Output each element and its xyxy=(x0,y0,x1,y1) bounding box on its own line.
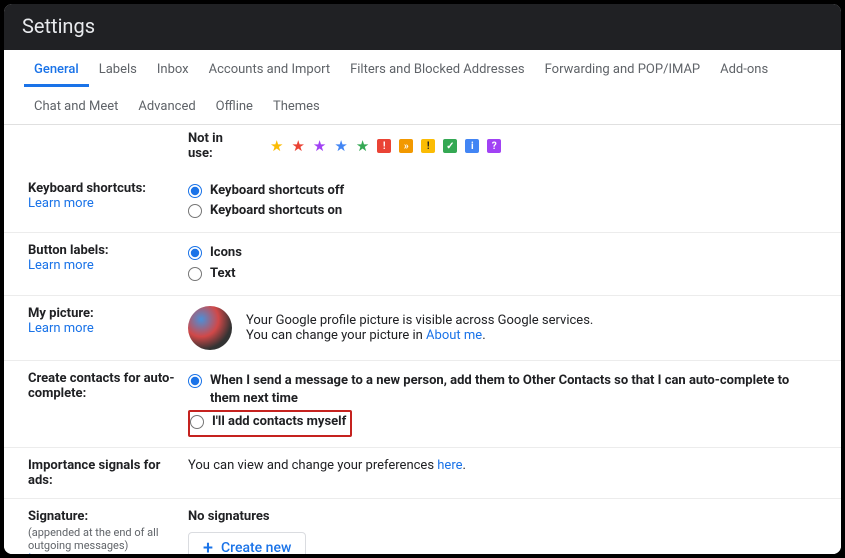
buttonlabels-radio-1[interactable] xyxy=(188,267,202,281)
create-new-signature-button[interactable]: + Create new xyxy=(188,532,306,554)
contacts-option-label: I'll add contacts myself xyxy=(212,413,346,431)
contacts-option-label: When I send a message to a new person, a… xyxy=(210,372,817,408)
stars-label: Not in use: xyxy=(188,131,248,161)
tab-inbox[interactable]: Inbox xyxy=(147,50,199,87)
button-labels-label: Button labels: xyxy=(28,243,109,258)
star-badge-icon[interactable]: ! xyxy=(377,139,391,153)
keyboard-shortcuts-label: Keyboard shortcuts: xyxy=(28,181,146,196)
tab-chat-and-meet[interactable]: Chat and Meet xyxy=(24,87,128,124)
my-picture-label: My picture: xyxy=(28,306,94,321)
picture-learn-more-link[interactable]: Learn more xyxy=(28,321,94,336)
tab-general[interactable]: General xyxy=(24,50,89,87)
star-badge-icon[interactable]: » xyxy=(399,139,413,153)
keyboard-learn-more-link[interactable]: Learn more xyxy=(28,196,94,211)
settings-content: Not in use: ★ ★ ★ ★ ★! »! ✓ i? Keyboard shortcu… xyxy=(4,125,841,554)
about-me-link[interactable]: About me xyxy=(426,328,482,343)
keyboard-option-label: Keyboard shortcuts off xyxy=(210,182,817,200)
picture-desc-2b: . xyxy=(482,328,485,343)
tab-themes[interactable]: Themes xyxy=(263,87,330,124)
contacts-radio-1[interactable] xyxy=(190,415,204,429)
plus-icon: + xyxy=(203,544,213,553)
signature-label: Signature: xyxy=(28,509,88,524)
contacts-highlight: I'll add contacts myself xyxy=(188,410,352,437)
page-title: Settings xyxy=(4,4,841,50)
stars-not-in-use: Not in use: ★ ★ ★ ★ ★! »! ✓ i? xyxy=(188,131,817,161)
tab-offline[interactable]: Offline xyxy=(206,87,263,124)
tab-add-ons[interactable]: Add-ons xyxy=(710,50,778,87)
star-icon[interactable]: ★ xyxy=(291,139,304,154)
star-badge-icon[interactable]: ✓ xyxy=(443,139,457,153)
star-badge-icon[interactable]: i xyxy=(465,139,479,153)
avatar[interactable] xyxy=(188,306,232,350)
button-labels-learn-more-link[interactable]: Learn more xyxy=(28,258,94,273)
star-icon[interactable]: ★ xyxy=(356,139,369,154)
contacts-label: Create contacts for auto-complete: xyxy=(28,371,175,401)
tab-advanced[interactable]: Advanced xyxy=(128,87,205,124)
importance-text: You can view and change your preferences xyxy=(188,458,437,473)
importance-label: Importance signals for ads: xyxy=(28,458,160,488)
buttonlabels-option-label: Text xyxy=(210,265,817,283)
importance-here-link[interactable]: here xyxy=(437,458,462,473)
signature-sub: (appended at the end of all outgoing mes… xyxy=(28,526,178,552)
signature-learn-more-link[interactable]: Learn more xyxy=(28,552,94,554)
buttonlabels-radio-0[interactable] xyxy=(188,246,202,260)
tab-filters-and-blocked-addresses[interactable]: Filters and Blocked Addresses xyxy=(340,50,535,87)
tab-accounts-and-import[interactable]: Accounts and Import xyxy=(199,50,340,87)
star-badge-icon[interactable]: ? xyxy=(487,139,501,153)
picture-desc-1: Your Google profile picture is visible a… xyxy=(246,313,593,328)
star-icon[interactable]: ★ xyxy=(334,139,347,154)
keyboard-radio-1[interactable] xyxy=(188,204,202,218)
no-signatures-text: No signatures xyxy=(188,509,817,524)
contacts-radio-0[interactable] xyxy=(188,374,202,388)
tab-labels[interactable]: Labels xyxy=(89,50,147,87)
picture-desc-2a: You can change your picture in xyxy=(246,328,426,343)
star-badge-icon[interactable]: ! xyxy=(421,139,435,153)
settings-tabs: GeneralLabelsInboxAccounts and ImportFil… xyxy=(4,50,841,125)
buttonlabels-option-label: Icons xyxy=(210,244,817,262)
keyboard-radio-0[interactable] xyxy=(188,184,202,198)
star-icon[interactable]: ★ xyxy=(270,139,283,154)
create-new-label: Create new xyxy=(221,540,291,554)
tab-forwarding-and-pop-imap[interactable]: Forwarding and POP/IMAP xyxy=(535,50,711,87)
keyboard-option-label: Keyboard shortcuts on xyxy=(210,202,817,220)
star-icon[interactable]: ★ xyxy=(313,139,326,154)
